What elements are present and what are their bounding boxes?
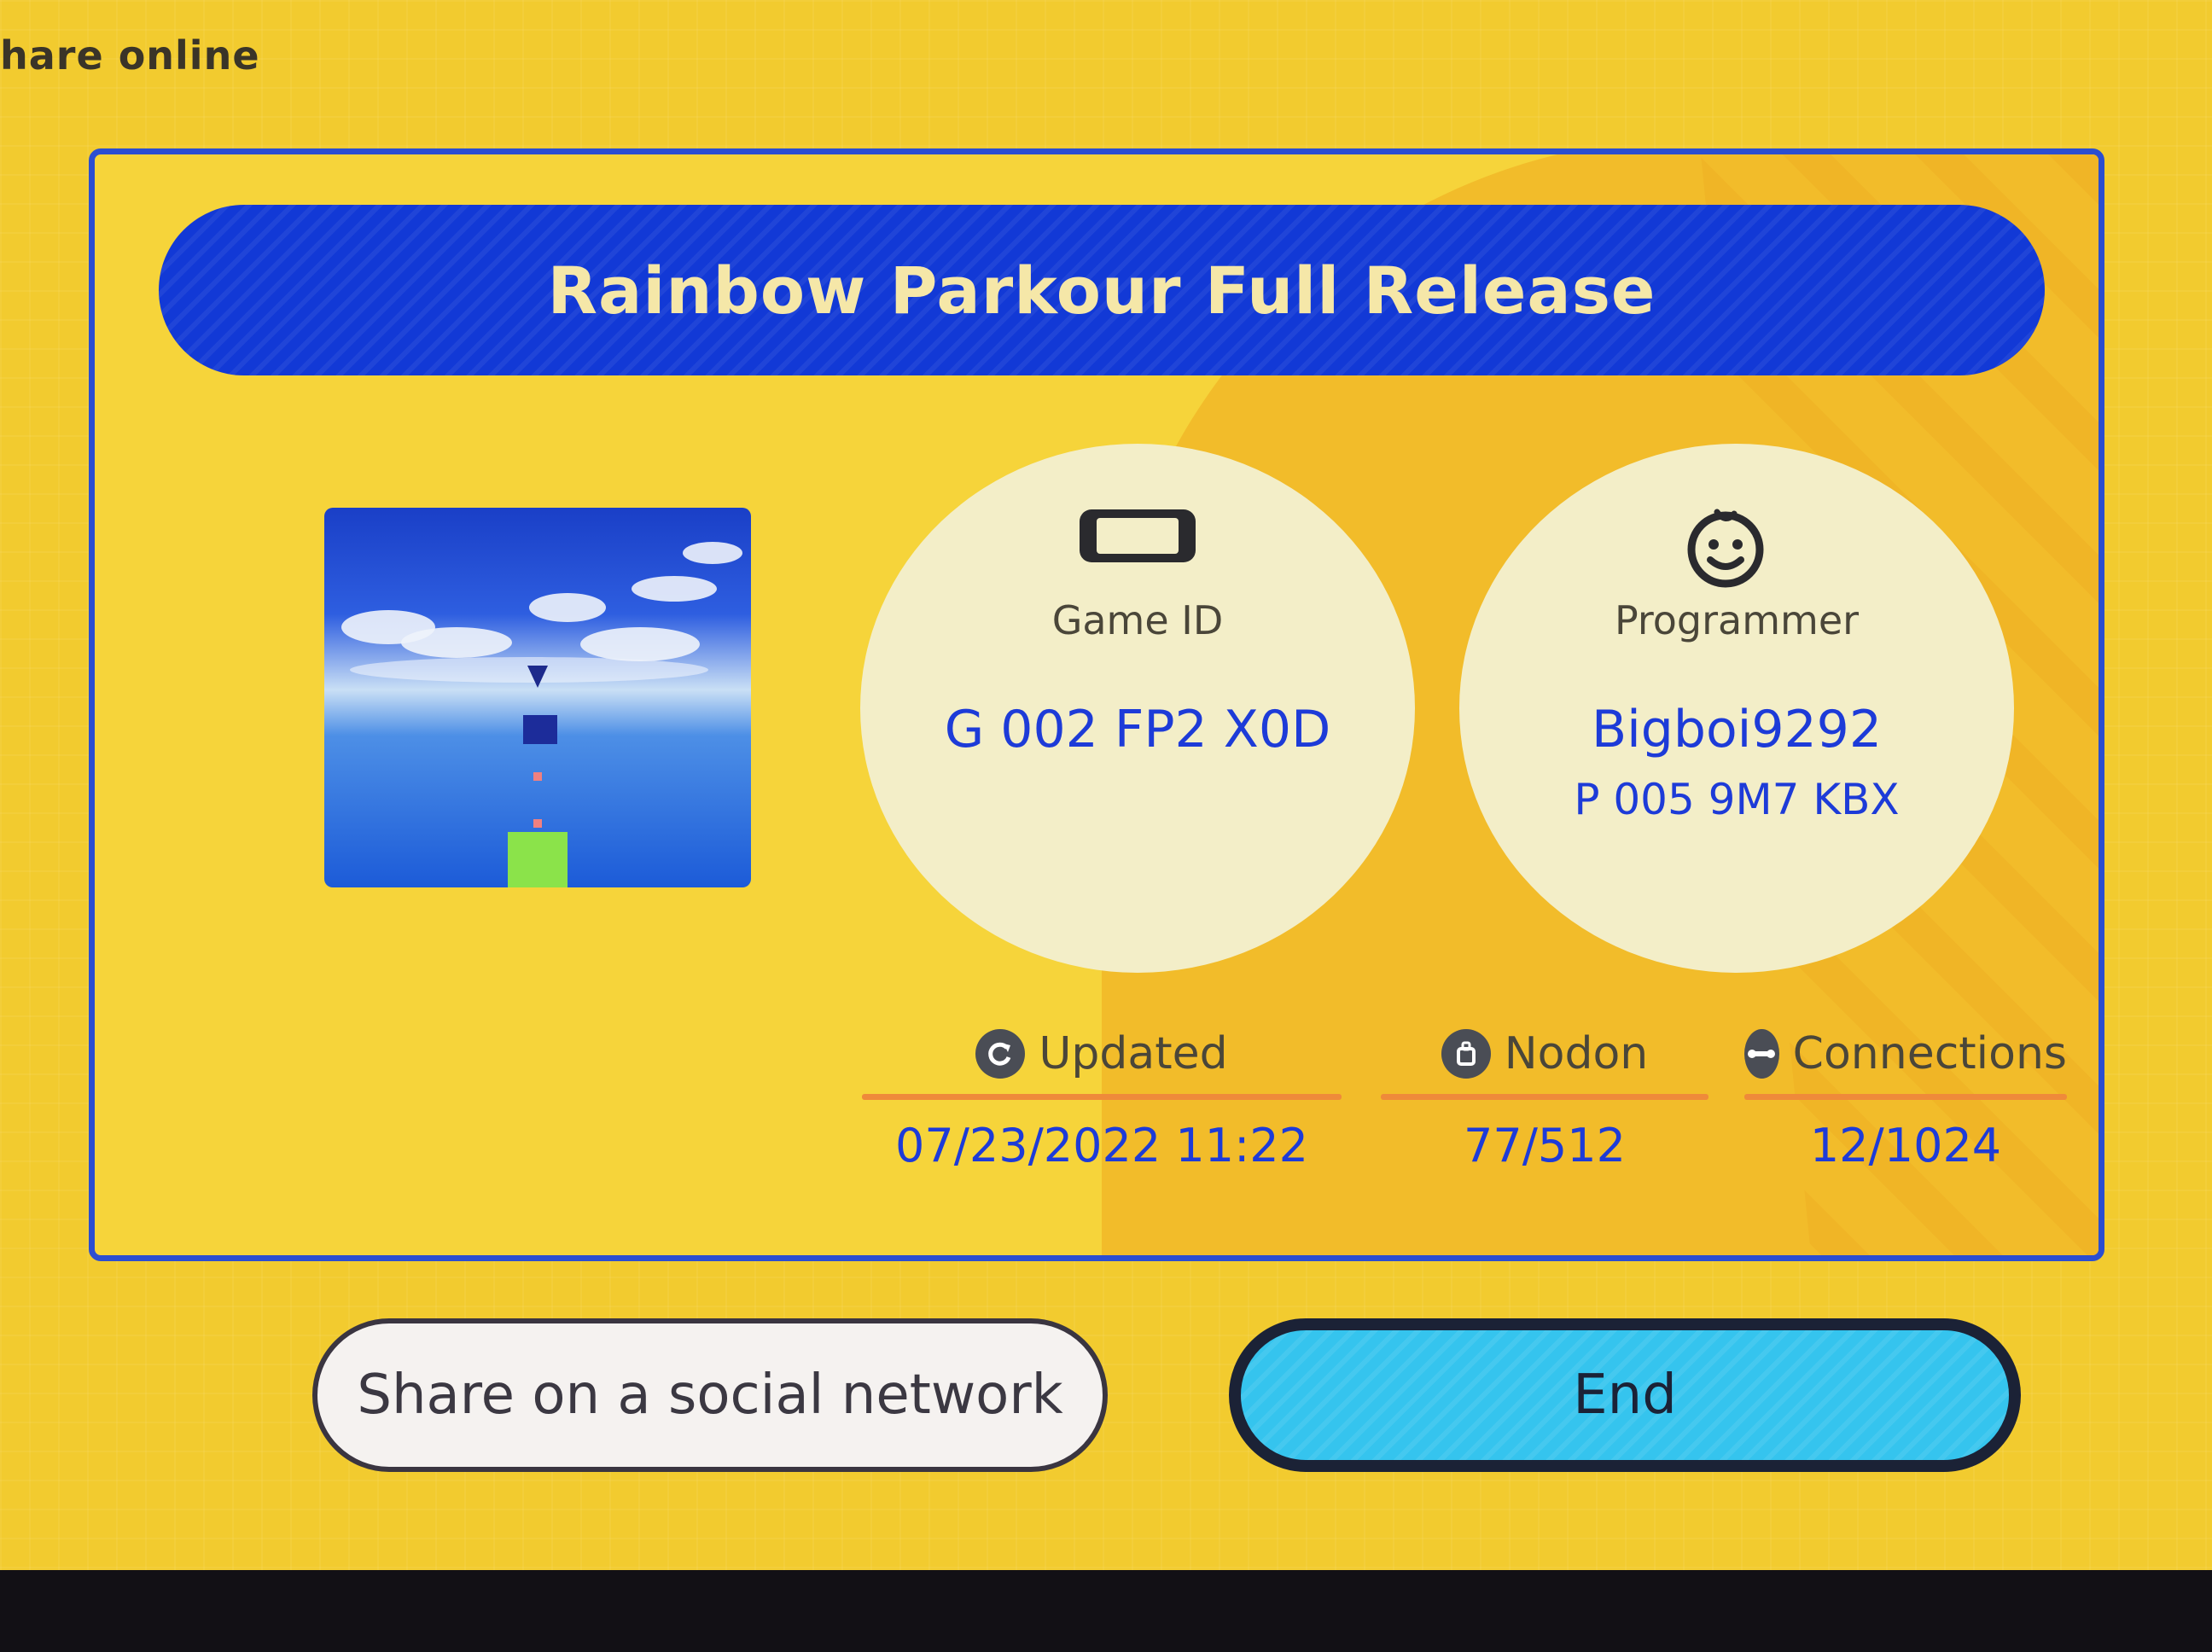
programmer-label: Programmer (1614, 597, 1860, 643)
share-social-button[interactable]: Share on a social network (312, 1318, 1108, 1472)
game-details-screen: hare online Rainbow Parkour Full Release… (0, 0, 2212, 1570)
connections-label: Connections (1792, 1028, 2067, 1079)
game-title: Rainbow Parkour Full Release (547, 252, 1656, 329)
connections-value: 12/1024 (1809, 1119, 2002, 1172)
game-id-label: Game ID (1051, 597, 1224, 643)
screen-title: hare online (0, 32, 260, 79)
programmer-panel: Programmer Bigboi9292 P 005 9M7 KBX (1459, 444, 2014, 973)
updated-stat: Updated 07/23/2022 11:22 (862, 1024, 1342, 1195)
game-id-panel: Game ID G 002 FP2 X0D (860, 444, 1415, 973)
game-title-banner: Rainbow Parkour Full Release (159, 205, 2045, 375)
game-thumbnail (324, 508, 751, 887)
connections-stat: Connections 12/1024 (1744, 1024, 2067, 1195)
connection-icon (1744, 1029, 1779, 1079)
nodon-value: 77/512 (1464, 1119, 1626, 1172)
stat-divider (1744, 1094, 2067, 1100)
end-button[interactable]: End (1229, 1318, 2021, 1472)
stat-divider (862, 1094, 1342, 1100)
programmer-name[interactable]: Bigboi9292 (1459, 700, 2014, 759)
switch-console-icon (1078, 508, 1197, 564)
nodon-label: Nodon (1504, 1028, 1649, 1079)
updated-label: Updated (1039, 1028, 1228, 1079)
nodon-icon (1441, 1029, 1491, 1079)
refresh-icon (975, 1029, 1026, 1079)
stat-divider (1381, 1094, 1708, 1100)
nodon-stat: Nodon 77/512 (1381, 1024, 1708, 1195)
updated-value: 07/23/2022 11:22 (894, 1119, 1309, 1172)
programmer-face-icon (1683, 503, 1768, 589)
game-id-value[interactable]: G 002 FP2 X0D (860, 700, 1415, 759)
programmer-id: P 005 9M7 KBX (1574, 775, 1900, 824)
